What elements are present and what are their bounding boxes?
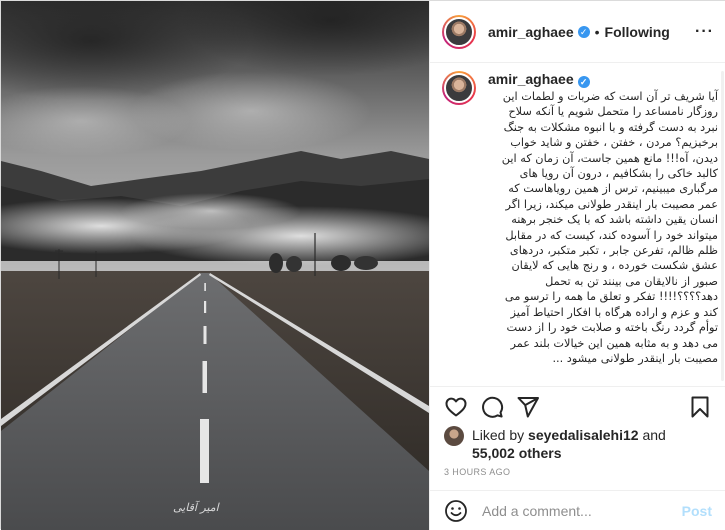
verified-badge-icon: ✓ [577,76,590,88]
divider [430,386,725,387]
action-bar [444,394,712,420]
bookmark-icon[interactable] [688,395,712,419]
caption: amir_aghaee ✓ آیا شریف تر آن است که ضربات… [442,71,722,366]
comment-icon[interactable] [480,395,504,419]
avatar-image [444,16,474,47]
caption-username[interactable]: amir_aghaee ✓ [488,71,718,88]
header-username[interactable]: amir_aghaee [488,24,574,40]
caption-scrollbar[interactable] [721,71,724,381]
comment-input[interactable] [482,502,682,519]
liker-avatar[interactable] [444,426,464,446]
likes-joiner: and [642,427,666,443]
likes-summary: Liked by seyedalisalehi12 and 55,002 oth… [444,426,712,462]
photo-signature: امیر آقایی [173,501,219,514]
post-header: amir_aghaee ✓ • Following ··· [430,1,725,63]
header-separator: • [594,23,600,40]
post-comment-button[interactable]: Post [682,503,712,519]
road-landscape-image [1,1,429,530]
post-dialog: امیر آقایی amir_aghaee ✓ • Following ···… [0,0,725,530]
caption-text: آیا شریف تر آن است که ضربات و لطمات این … [501,90,718,365]
avatar-image [444,73,474,103]
emoji-icon[interactable] [444,499,468,523]
heart-icon[interactable] [444,395,468,419]
likes-text: Liked by seyedalisalehi12 and 55,002 oth… [472,426,666,462]
caption-area: amir_aghaee ✓ آیا شریف تر آن است که ضربات… [442,71,722,381]
caption-body: amir_aghaee ✓ آیا شریف تر آن است که ضربات… [488,71,718,366]
more-options-icon[interactable]: ··· [695,23,714,41]
avatar[interactable] [442,14,476,49]
post-timestamp[interactable]: 3 HOURS AGO [444,467,510,477]
following-button[interactable]: Following [605,24,670,40]
liker-username[interactable]: seyedalisalehi12 [528,427,639,443]
post-details-panel: amir_aghaee ✓ • Following ··· amir_aghae… [429,1,725,530]
post-photo[interactable]: امیر آقایی [1,1,429,530]
caption-avatar[interactable] [442,71,476,105]
comment-bar: Post [430,490,725,530]
share-icon[interactable] [516,395,540,419]
verified-badge-icon: ✓ [577,25,590,38]
likes-prefix: Liked by [472,427,525,443]
likes-count[interactable]: 55,002 others [472,445,562,461]
